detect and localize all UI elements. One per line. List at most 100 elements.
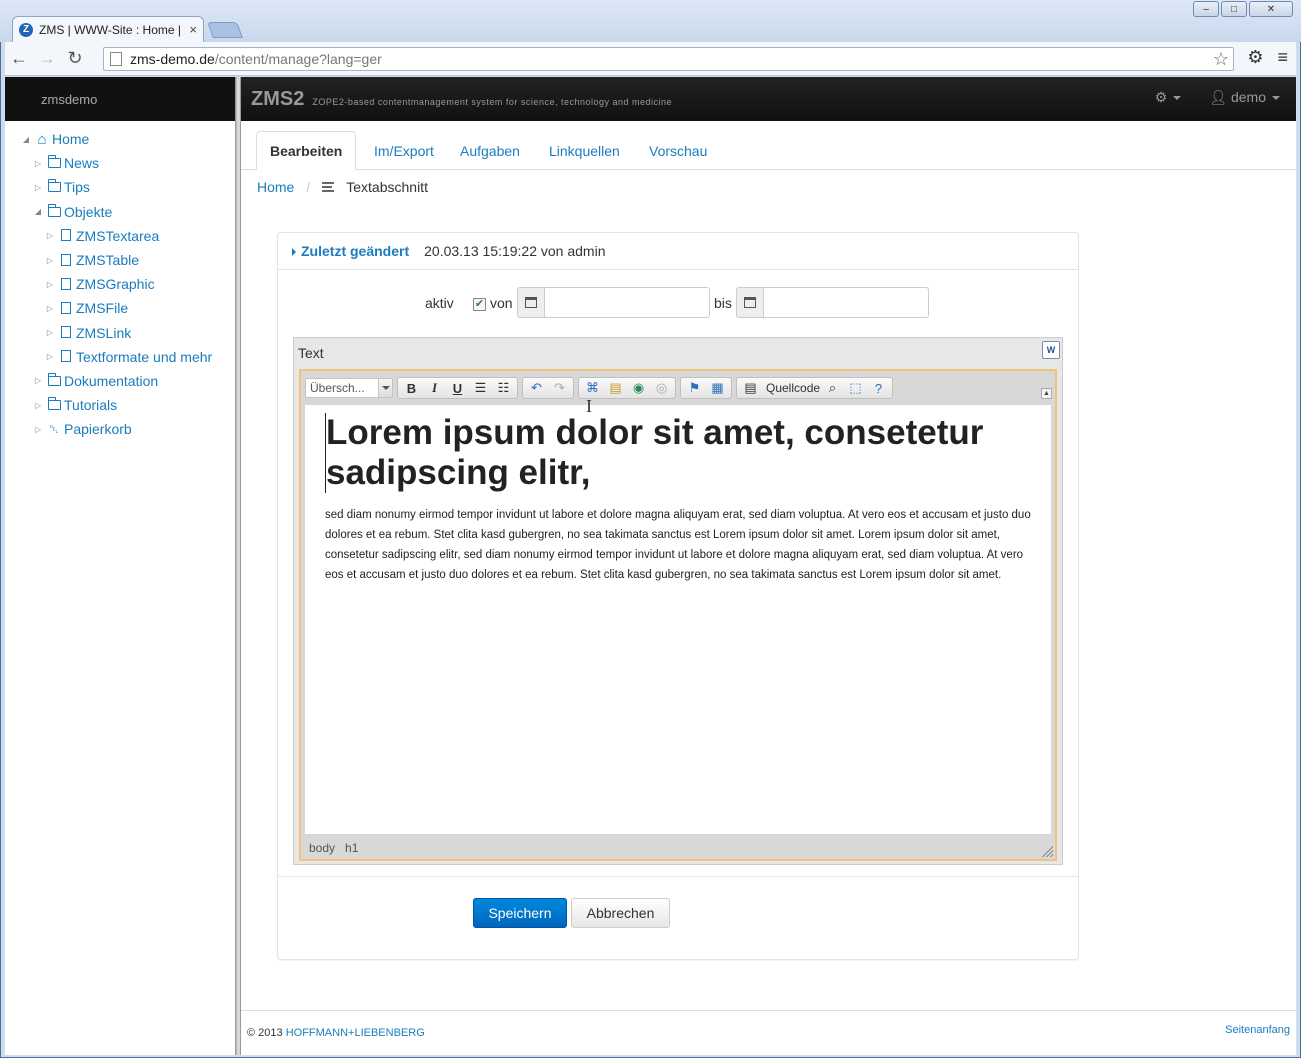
italic-button[interactable]: I [424,379,445,397]
sidebar-item-papierkorb[interactable]: ▷ ␡ Papierkorb [5,417,235,441]
tree-collapse-icon[interactable]: ◢ [33,207,43,216]
help-icon[interactable]: ? [868,379,889,397]
format-select[interactable]: Übersch... [305,378,393,398]
user-dropdown[interactable]: 👤︎ demo [1209,89,1280,106]
settings-dropdown[interactable]: ⚙ [1155,89,1182,106]
content-paragraph[interactable]: sed diam nonumy eirmod tempor invidunt u… [325,505,1031,585]
tab-vorschau[interactable]: Vorschau [636,131,720,171]
sidebar-item-news[interactable]: ▷ News [5,151,235,175]
tree-expand-icon[interactable]: ▷ [45,280,55,289]
new-tab-button[interactable] [207,22,243,38]
save-button[interactable]: Speichern [473,898,567,928]
browser-tab-title: ZMS | WWW-Site : Home | gé [39,22,184,37]
tree-expand-icon[interactable]: ▷ [33,376,43,385]
text-cursor-icon: I [586,396,592,416]
redo-icon[interactable]: ↷ [549,379,570,397]
tree-expand-icon[interactable]: ▷ [45,256,55,265]
maximize-icon[interactable]: ⬚ [845,379,866,397]
sidebar: zmsdemo ◢ ⌂ Home ▷ News ▷ Tips ◢ Objekte ▷ ZMSText… [5,77,236,1055]
sidebar-item-tutorials[interactable]: ▷ Tutorials [5,393,235,417]
cancel-button[interactable]: Abbrechen [571,898,670,928]
back-to-top-link[interactable]: Seitenanfang [1225,1024,1290,1036]
resize-handle[interactable] [1042,846,1053,857]
minimize-button[interactable]: – [1193,1,1219,17]
word-import-icon[interactable]: W [1042,341,1060,359]
document-icon [59,228,73,243]
address-bar[interactable]: zms-demo.de/content/manage?lang=ger ☆ [103,47,1234,71]
menu-icon[interactable]: ≡ [1277,47,1288,68]
source-icon[interactable]: ▤ [740,379,761,397]
tree-expand-icon[interactable]: ▷ [45,352,55,361]
path-body[interactable]: body [309,841,335,855]
path-h1[interactable]: h1 [345,841,358,855]
sidebar-item-zmstextarea[interactable]: ▷ ZMSTextarea [5,224,235,248]
underline-button[interactable]: U [447,379,468,397]
tree-expand-icon[interactable]: ▷ [33,425,43,434]
breadcrumb-home[interactable]: Home [257,179,294,195]
tree-expand-icon[interactable]: ▷ [33,401,43,410]
editor-content-area[interactable]: Lorem ipsum dolor sit amet, consetetur s… [305,405,1051,834]
folder-icon [47,372,61,388]
von-label: von [490,295,513,311]
calendar-icon[interactable] [517,287,545,318]
bookmark-star-icon[interactable]: ☆ [1213,49,1229,70]
sidebar-item-zmslink[interactable]: ▷ ZMSLink [5,321,235,345]
undo-icon[interactable]: ↶ [526,379,547,397]
sidebar-item-label: ZMSLink [76,324,132,341]
forward-arrow-icon[interactable]: → [33,45,61,73]
link-icon[interactable]: ◉ [628,379,649,397]
tree-expand-icon[interactable]: ▷ [33,183,43,192]
sidebar-item-dokumentation[interactable]: ▷ Dokumentation [5,369,235,393]
sidebar-item-label: Tips [64,179,90,196]
active-row: aktiv ✔ von bis [278,287,1078,318]
numbered-list-icon[interactable]: ☰ [470,379,491,397]
sidebar-item-objekte[interactable]: ◢ Objekte [5,200,235,224]
settings-wrench-icon[interactable]: ⚙ [1247,47,1263,68]
collapse-toolbar-button[interactable]: ▲ [1041,388,1052,399]
last-changed-toggle[interactable]: Zuletzt geändert [292,243,409,259]
tree-expand-icon[interactable]: ▷ [33,159,43,168]
bold-button[interactable]: B [401,379,422,397]
anchor-flag-icon[interactable]: ⚑ [684,379,705,397]
tree-expand-icon[interactable]: ▷ [45,304,55,313]
site-tree: ◢ ⌂ Home ▷ News ▷ Tips ◢ Objekte ▷ ZMSTextarea ▷ ZMS… [5,121,235,441]
close-tab-icon[interactable]: × [189,22,197,37]
sidebar-item-zmstable[interactable]: ▷ ZMSTable [5,248,235,272]
history-group: ↶ ↷ [522,377,574,399]
sidebar-item-textformate-und-mehr[interactable]: ▷ Textformate und mehr [5,345,235,369]
source-button[interactable]: Quellcode [766,381,820,395]
tree-collapse-icon[interactable]: ◢ [21,135,31,144]
tab-bearbeiten[interactable]: Bearbeiten [256,131,357,171]
brand-logo[interactable]: ZMS2 [251,88,304,111]
aktiv-checkbox[interactable]: ✔ [473,298,486,311]
text-field-wrapper: Text W Übersch... B I U ☰ ☷ ↶ ↷ ⌘ ▤ ◉ ◎ … [293,337,1063,865]
bulleted-list-icon[interactable]: ☷ [493,379,514,397]
company-link[interactable]: HOFFMANN+LIEBENBERG [286,1027,425,1039]
find-icon[interactable]: ⌘ [582,379,603,397]
sidebar-item-home[interactable]: ◢ ⌂ Home [5,127,235,151]
paste-icon[interactable]: ▤ [605,379,626,397]
folder-icon [47,179,61,194]
close-window-button[interactable]: ✕ [1249,1,1293,17]
tree-expand-icon[interactable]: ▷ [45,328,55,337]
tree-expand-icon[interactable]: ▷ [45,231,55,240]
sidebar-item-label: Dokumentation [64,372,159,389]
sidebar-item-zmsgraphic[interactable]: ▷ ZMSGraphic [5,272,235,296]
bis-date-input[interactable] [764,287,929,318]
calendar-icon[interactable] [736,287,764,318]
content-heading[interactable]: Lorem ipsum dolor sit amet, consetetur s… [325,413,1031,493]
tab-im-export[interactable]: Im/Export [361,131,447,171]
table-icon[interactable]: ▦ [707,379,728,397]
reload-icon[interactable]: ↻ [61,45,89,73]
back-arrow-icon[interactable]: ← [5,45,33,73]
maximize-button[interactable]: □ [1221,1,1247,17]
tab-aufgaben[interactable]: Aufgaben [447,131,533,171]
unlink-icon[interactable]: ◎ [651,379,672,397]
tab-linkquellen[interactable]: Linkquellen [536,131,633,171]
preview-icon[interactable]: ⌕ [822,379,843,397]
von-date-input[interactable] [545,287,710,318]
sidebar-item-zmsfile[interactable]: ▷ ZMSFile [5,296,235,320]
browser-tab-active[interactable]: Z ZMS | WWW-Site : Home | gé × [12,16,204,42]
text-section-icon [322,182,335,192]
sidebar-item-tips[interactable]: ▷ Tips [5,175,235,199]
